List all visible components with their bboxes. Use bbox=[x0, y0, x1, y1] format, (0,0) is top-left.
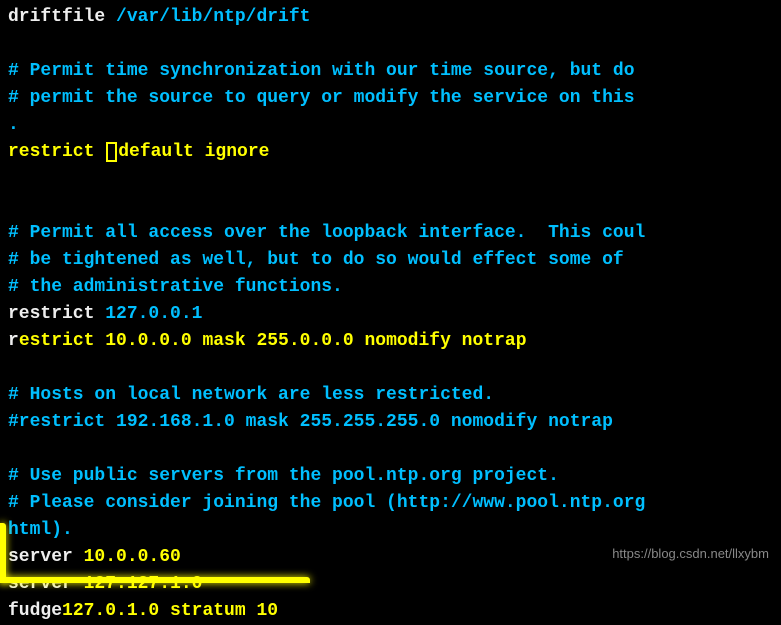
path-value: /var/lib/ntp/drift bbox=[116, 7, 310, 27]
comment-line: html). bbox=[8, 517, 773, 544]
keyword-restrict: restrict bbox=[8, 142, 105, 162]
config-line-restrict: restrict 127.0.0.1 bbox=[8, 301, 773, 328]
comment-line: . bbox=[8, 112, 773, 139]
keyword-fudge: fudge bbox=[8, 601, 62, 621]
comment-line: # permit the source to query or modify t… bbox=[8, 85, 773, 112]
comment-line: # the administrative functions. bbox=[8, 274, 773, 301]
comment-line: # be tightened as well, but to do so wou… bbox=[8, 247, 773, 274]
blank-line bbox=[8, 31, 773, 58]
comment-line: # Use public servers from the pool.ntp.o… bbox=[8, 463, 773, 490]
comment-line: #restrict 192.168.1.0 mask 255.255.255.0… bbox=[8, 409, 773, 436]
ip-value: 10.0.0.60 bbox=[84, 547, 181, 567]
config-line: driftfile /var/lib/ntp/drift bbox=[8, 4, 773, 31]
comment-line: # Hosts on local network are less restri… bbox=[8, 382, 773, 409]
terminal-editor[interactable]: driftfile /var/lib/ntp/drift # Permit ti… bbox=[8, 4, 773, 625]
restrict-args: estrict 10.0.0.0 mask 255.0.0.0 nomodify… bbox=[19, 331, 527, 351]
config-line-fudge: fudge127.0.1.0 stratum 10 bbox=[8, 598, 773, 625]
config-line-restrict: restrict 10.0.0.0 mask 255.0.0.0 nomodif… bbox=[8, 328, 773, 355]
comment-line: # Permit time synchronization with our t… bbox=[8, 58, 773, 85]
watermark-text: https://blog.csdn.net/llxybm bbox=[612, 544, 769, 564]
blank-line bbox=[8, 166, 773, 193]
blank-line bbox=[8, 436, 773, 463]
blank-line bbox=[8, 193, 773, 220]
highlight-marker-icon bbox=[0, 577, 310, 583]
fudge-args: 127.0.1.0 stratum 10 bbox=[62, 601, 278, 621]
comment-line: # Please consider joining the pool (http… bbox=[8, 490, 773, 517]
keyword-driftfile: driftfile bbox=[8, 7, 116, 27]
config-line-server: server 127.127.1.0 bbox=[8, 571, 773, 598]
highlight-marker-icon bbox=[0, 523, 6, 583]
restrict-args: default ignore bbox=[118, 142, 269, 162]
cursor-icon bbox=[106, 142, 117, 162]
config-line-restrict: restrict default ignore bbox=[8, 139, 773, 166]
keyword-restrict: r bbox=[8, 331, 19, 351]
blank-line bbox=[8, 355, 773, 382]
ip-value: 127.0.0.1 bbox=[105, 304, 202, 324]
keyword-restrict: restrict bbox=[8, 304, 105, 324]
comment-line: # Permit all access over the loopback in… bbox=[8, 220, 773, 247]
keyword-server: server bbox=[8, 547, 84, 567]
